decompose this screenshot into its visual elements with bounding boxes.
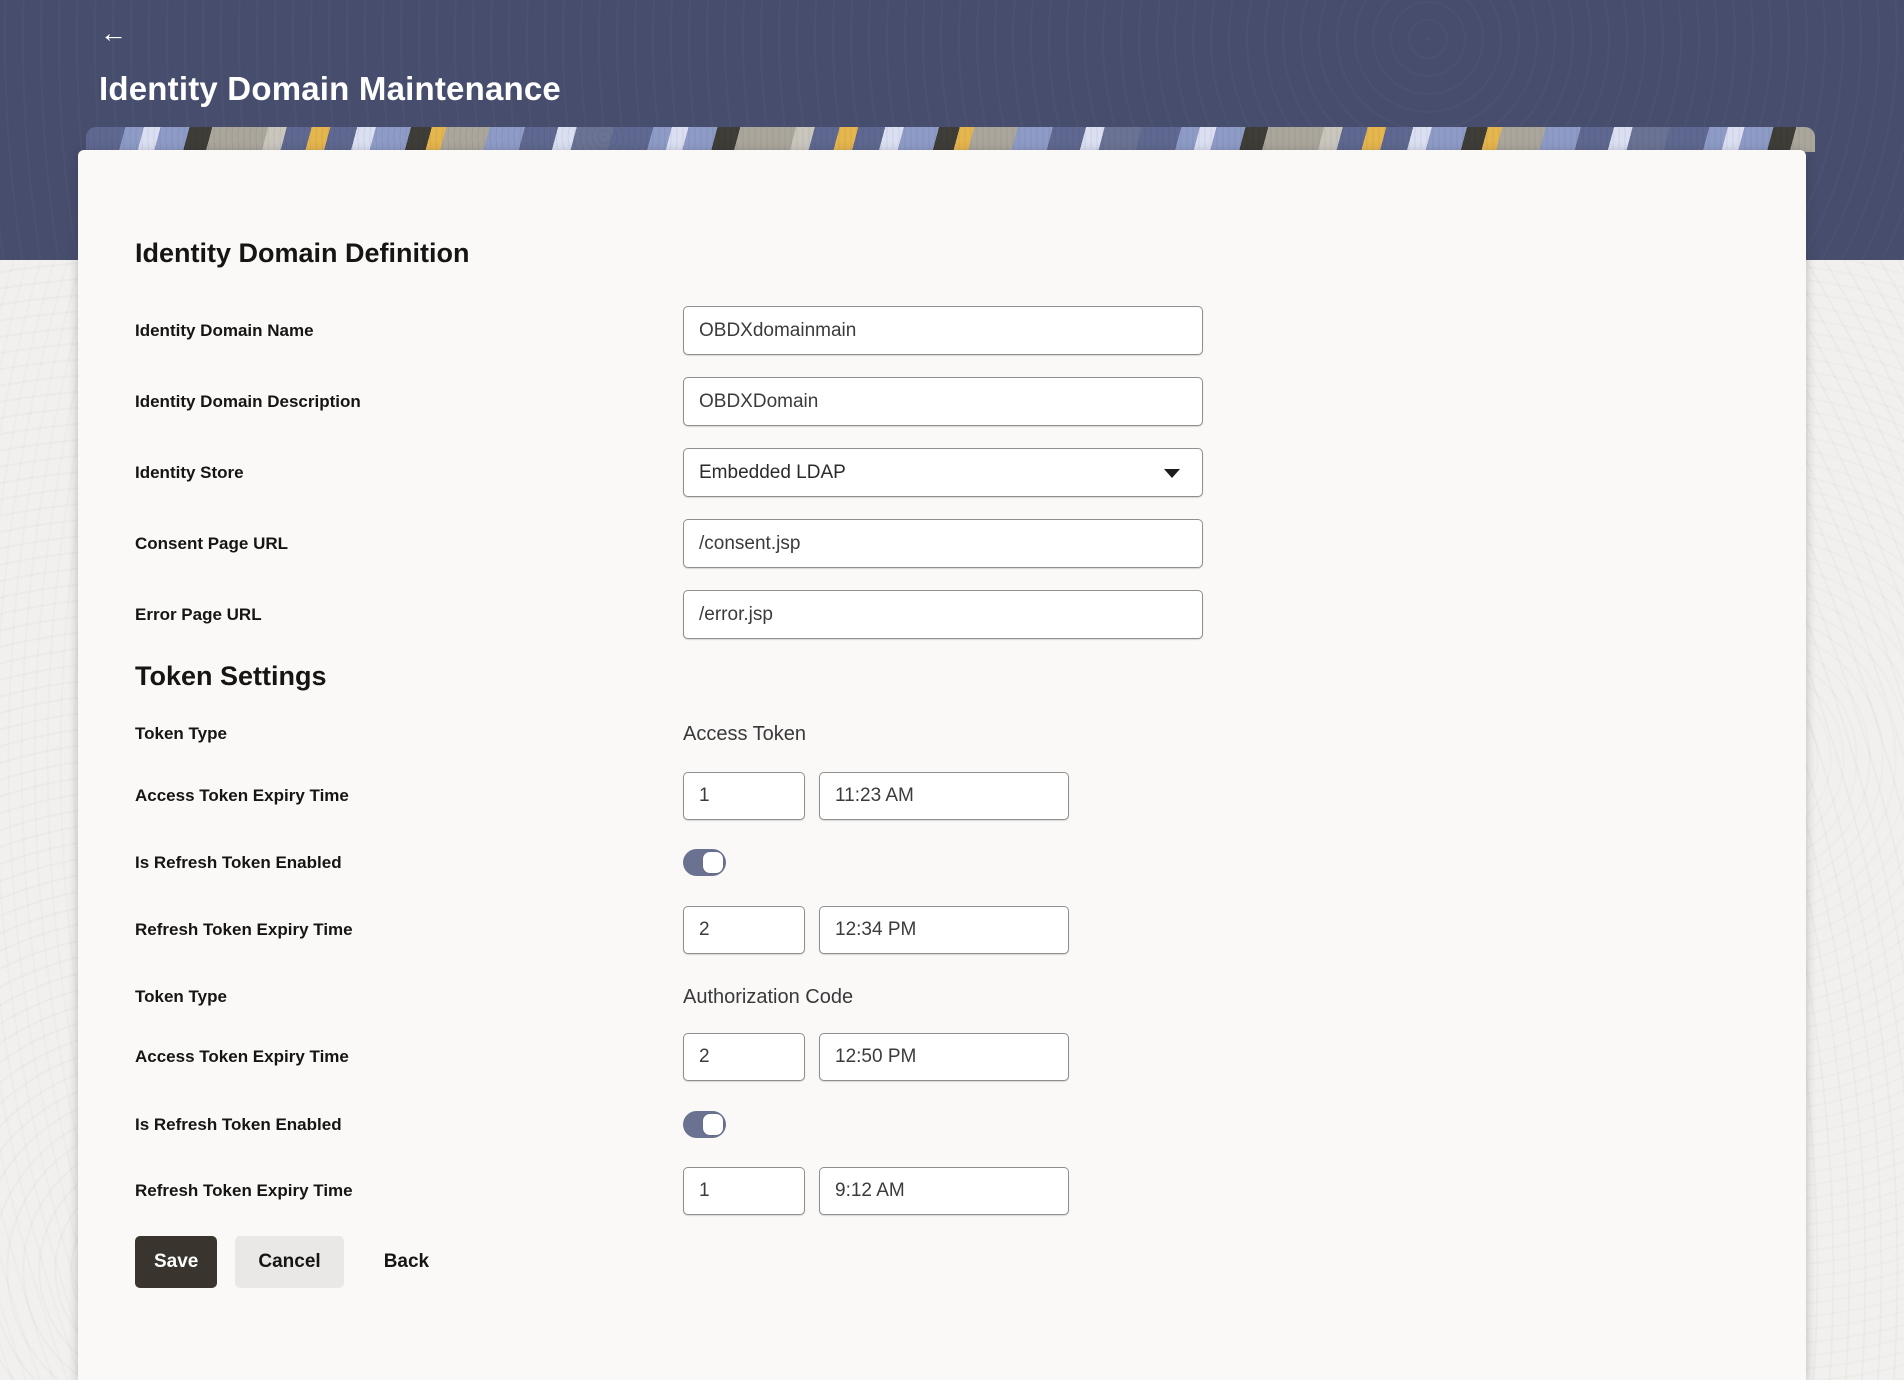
refresh-token-expiry-time-input[interactable] [819,906,1069,954]
refresh-token-enabled-label: Is Refresh Token Enabled [135,1114,342,1134]
access-token-expiry-row: Access Token Expiry Time [135,1033,1749,1081]
access-token-expiry-time-input[interactable] [819,1033,1069,1081]
identity-domain-name-input[interactable] [683,306,1203,355]
identity-store-selected-value: Embedded LDAP [699,461,846,483]
consent-page-url-label: Consent Page URL [135,533,289,553]
error-page-url-input[interactable] [683,590,1203,639]
token-type-value: Authorization Code [683,985,854,1008]
page-title: Identity Domain Maintenance [99,70,561,107]
access-token-expiry-row: Access Token Expiry Time [135,772,1749,820]
refresh-token-expiry-time-input[interactable] [819,1167,1069,1215]
refresh-token-expiry-label: Refresh Token Expiry Time [135,1181,353,1200]
toggle-knob [703,852,723,873]
identity-domain-description-input[interactable] [683,377,1203,426]
refresh-token-enabled-row: Is Refresh Token Enabled [135,849,1749,876]
access-token-expiry-value-input[interactable] [683,772,805,820]
refresh-token-expiry-row: Refresh Token Expiry Time [135,906,1749,954]
identity-store-row: Identity Store Embedded LDAP [135,448,1749,497]
toggle-knob [703,1114,723,1135]
token-type-row: Token Type Authorization Code [135,983,1749,1011]
refresh-token-expiry-value-input[interactable] [683,906,805,954]
decorative-collage-banner [86,127,1815,152]
chevron-down-icon [1164,468,1180,478]
identity-domain-name-label: Identity Domain Name [135,320,314,340]
token-type-row: Token Type Access Token [135,720,1749,748]
back-arrow-icon[interactable]: ← [100,16,140,50]
consent-page-url-row: Consent Page URL [135,519,1749,568]
token-type-label: Token Type [135,987,227,1006]
refresh-token-expiry-value-input[interactable] [683,1167,805,1215]
refresh-token-enabled-toggle[interactable] [683,849,726,876]
token-type-label: Token Type [135,724,227,743]
identity-domain-name-row: Identity Domain Name [135,306,1749,355]
refresh-token-expiry-label: Refresh Token Expiry Time [135,920,353,939]
token-type-value: Access Token [683,722,807,745]
identity-store-label: Identity Store [135,462,244,482]
save-button[interactable]: Save [135,1236,218,1288]
access-token-expiry-time-input[interactable] [819,772,1069,820]
error-page-url-label: Error Page URL [135,604,262,624]
identity-domain-description-row: Identity Domain Description [135,377,1749,426]
refresh-token-expiry-row: Refresh Token Expiry Time [135,1167,1749,1215]
form-actions: Save Cancel Back [135,1236,1749,1288]
refresh-token-enabled-label: Is Refresh Token Enabled [135,852,342,872]
refresh-token-enabled-row: Is Refresh Token Enabled [135,1111,1749,1138]
access-token-expiry-label: Access Token Expiry Time [135,786,349,805]
token-settings-section-heading: Token Settings [135,661,327,691]
identity-domain-description-label: Identity Domain Description [135,391,361,411]
refresh-token-enabled-toggle[interactable] [683,1111,726,1138]
maintenance-form-card: Identity Domain Definition Identity Doma… [78,150,1806,1380]
consent-page-url-input[interactable] [683,519,1203,568]
access-token-expiry-label: Access Token Expiry Time [135,1047,349,1066]
definition-section-heading: Identity Domain Definition [135,238,470,268]
identity-store-select[interactable]: Embedded LDAP [683,448,1203,497]
back-button[interactable]: Back [364,1236,449,1288]
cancel-button[interactable]: Cancel [235,1236,344,1288]
access-token-expiry-value-input[interactable] [683,1033,805,1081]
error-page-url-row: Error Page URL [135,590,1749,639]
